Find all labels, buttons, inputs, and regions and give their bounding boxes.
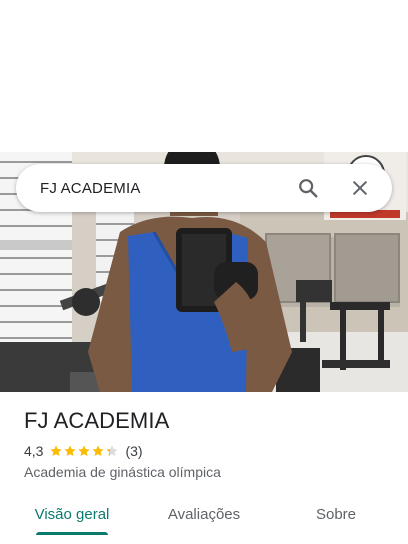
star-icon xyxy=(63,444,77,458)
star-icon xyxy=(49,444,63,458)
place-tabs: Visão geral Avaliações Sobre xyxy=(0,494,408,544)
rating-value: 4,3 xyxy=(24,443,44,459)
search-query[interactable]: FJ ACADEMIA xyxy=(40,180,290,197)
star-icon xyxy=(105,444,119,458)
review-count[interactable]: (3) xyxy=(125,443,142,459)
place-title: FJ ACADEMIA xyxy=(24,408,170,433)
place-category: Academia de ginástica olímpica xyxy=(24,464,221,480)
close-icon[interactable] xyxy=(342,170,378,206)
active-tab-indicator xyxy=(36,532,108,535)
star-icon xyxy=(77,444,91,458)
map-blank-area xyxy=(0,0,408,152)
search-icon[interactable] xyxy=(290,170,326,206)
place-info: FJ ACADEMIA 4,3 (3) Academia de ginástic… xyxy=(24,406,392,480)
rating-row[interactable]: 4,3 (3) xyxy=(24,442,392,460)
star-icon xyxy=(91,444,105,458)
tab-reviews[interactable]: Avaliações xyxy=(152,494,256,534)
search-bar[interactable]: FJ ACADEMIA xyxy=(16,164,392,212)
tab-about[interactable]: Sobre xyxy=(296,494,376,534)
star-rating xyxy=(49,444,119,458)
tab-overview[interactable]: Visão geral xyxy=(24,494,120,534)
